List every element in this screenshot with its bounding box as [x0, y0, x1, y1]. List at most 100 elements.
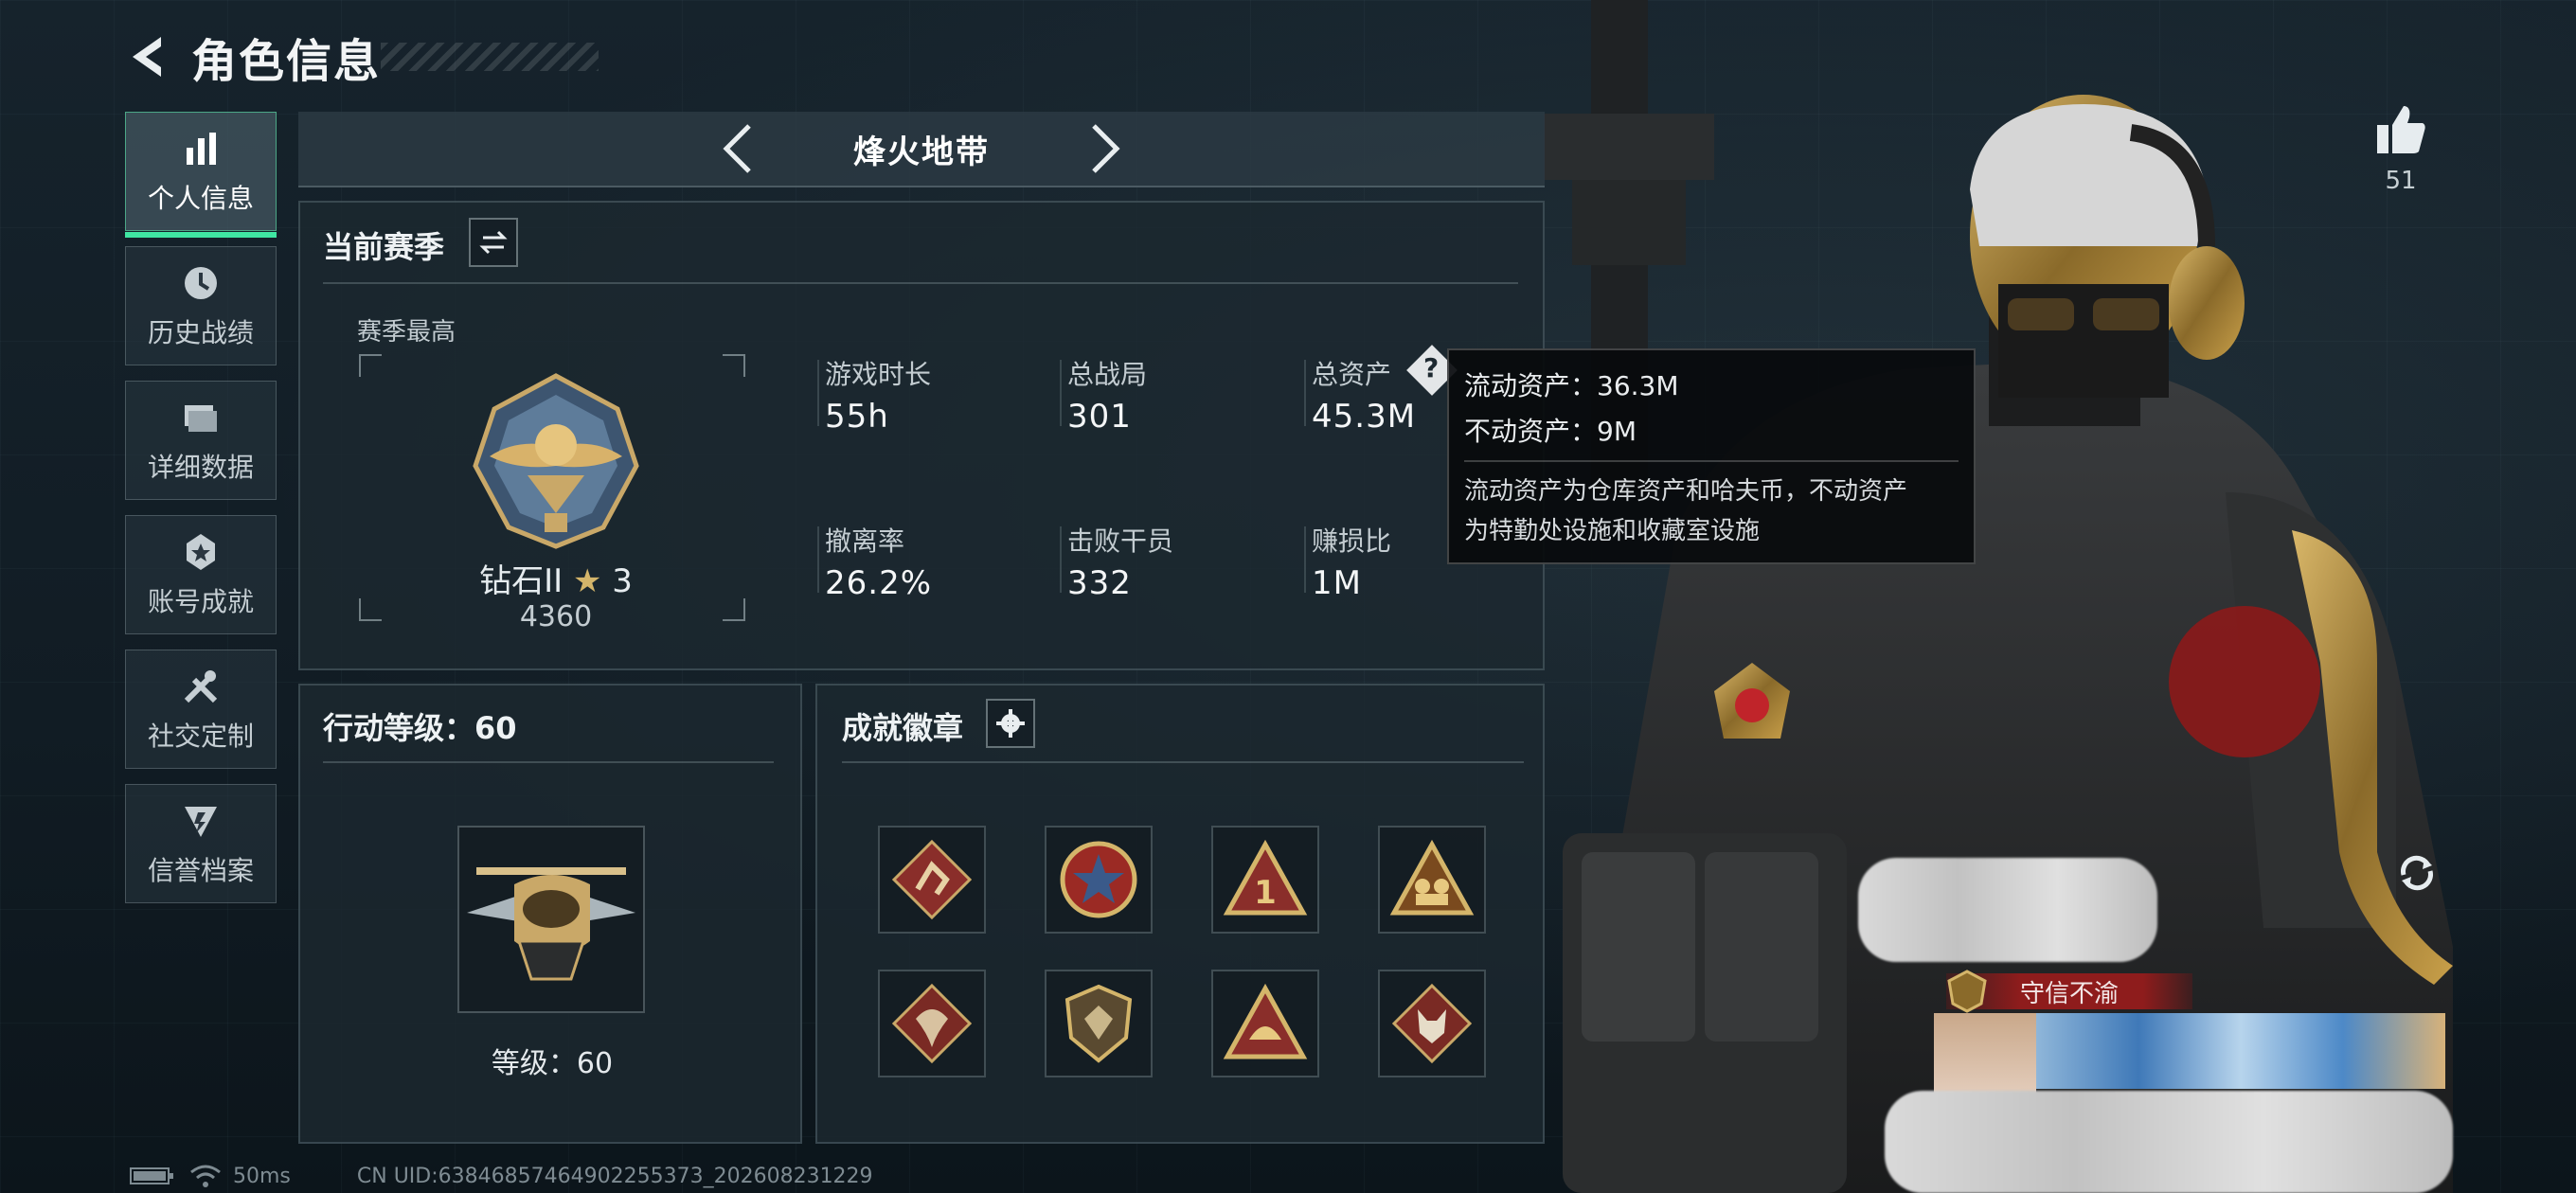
- shield-icon: [185, 807, 217, 837]
- number-one-badge-icon: 1: [1223, 839, 1308, 916]
- blurred-player-name: [1858, 858, 2157, 962]
- like-count: 51: [2385, 167, 2417, 195]
- season-highest-label: 赛季最高: [357, 318, 456, 347]
- frame-corner: [723, 354, 745, 377]
- sidebar-item-label: 详细数据: [147, 452, 254, 483]
- achievement-badge[interactable]: 1: [1211, 826, 1319, 934]
- stat-value-kills: 332: [1067, 564, 1132, 602]
- gem-shield-badge-icon: [1064, 984, 1133, 1063]
- stat-label-profit-ratio: 赚损比: [1312, 525, 1392, 557]
- status-bar: 50ms CN UID:6384685746490225​5373_202608…: [129, 1163, 873, 1189]
- level-panel: 行动等级：60 等级：60: [298, 684, 802, 1144]
- medal-icon: [187, 534, 215, 570]
- stat-value-assets: 45.3M: [1312, 398, 1417, 436]
- sidebar-nav: 个人信息 历史战绩 详细数据 账号成就 社交定制 信誉档案: [125, 112, 278, 918]
- stat-label-matches: 总战局: [1067, 359, 1148, 390]
- profile-banner: [2036, 1013, 2445, 1089]
- sidebar-item-label: 社交定制: [147, 721, 254, 752]
- back-arrow-icon[interactable]: [123, 31, 174, 82]
- switch-season-button[interactable]: [469, 218, 518, 267]
- page-header: 角色信息: [123, 19, 599, 95]
- like-widget[interactable]: 51: [2368, 102, 2434, 195]
- help-icon-glyph: ?: [1423, 352, 1440, 383]
- sidebar-item-credit[interactable]: 信誉档案: [125, 784, 277, 903]
- title-emblem-icon: [1947, 970, 1987, 1013]
- dragon-badge-icon: [891, 983, 973, 1064]
- clock-icon: [185, 267, 217, 299]
- badge-settings-button[interactable]: [986, 699, 1035, 748]
- thumbs-up-icon[interactable]: [2373, 102, 2428, 157]
- season-title: 当前赛季: [323, 229, 445, 265]
- wifi-icon: [190, 1165, 221, 1187]
- star-icon: ★: [572, 562, 602, 600]
- rotate-model-icon[interactable]: [2390, 846, 2443, 899]
- stat-separator: [1060, 360, 1062, 426]
- svg-text:1: 1: [1254, 874, 1277, 912]
- achievement-badge[interactable]: [878, 826, 986, 934]
- stat-label-assets: 总资产: [1312, 359, 1392, 390]
- season-panel: 当前赛季 赛季最高 钻石II ★ 3 4360 游戏时长 55h 总战局 301…: [298, 201, 1545, 670]
- bar-chart-icon: [187, 133, 216, 165]
- achievement-badge[interactable]: [1211, 970, 1319, 1077]
- stat-separator: [1060, 526, 1062, 593]
- tooltip-note-line-1: 流动资产为仓库资产和哈夫币，不动资产: [1464, 477, 1908, 506]
- player-uid: CN UID:6384685746490225​5373_20260823122…: [356, 1164, 873, 1188]
- achievements-title: 成就徽章: [842, 710, 964, 746]
- achievement-badge[interactable]: [1378, 826, 1486, 934]
- tooltip-divider: [1464, 460, 1959, 462]
- achievement-badge[interactable]: [1045, 826, 1153, 934]
- achievements-divider: [842, 761, 1524, 763]
- level-divider: [323, 761, 774, 763]
- gear-icon: [996, 709, 1025, 738]
- rank-name-row: 钻石II ★ 3: [442, 555, 670, 601]
- sidebar-item-personal-info[interactable]: 个人信息: [125, 112, 277, 238]
- helmet-badge-icon: [1223, 983, 1308, 1059]
- season-divider: [323, 282, 1518, 284]
- sidebar-item-details[interactable]: 详细数据: [125, 381, 277, 500]
- wolf-badge-icon: [1391, 983, 1473, 1064]
- tools-icon: [184, 670, 218, 703]
- achievements-panel: 成就徽章 1: [815, 684, 1545, 1144]
- stat-value-playtime: 55h: [825, 398, 889, 436]
- sidebar-item-history[interactable]: 历史战绩: [125, 246, 277, 365]
- frame-corner: [723, 598, 745, 621]
- ping-value: 50ms: [233, 1164, 291, 1188]
- stat-separator: [1304, 526, 1306, 593]
- title-decoration: [381, 43, 599, 71]
- stat-separator: [817, 360, 819, 426]
- stat-separator: [1304, 360, 1306, 426]
- stat-label-kills: 击败干员: [1067, 525, 1174, 557]
- stat-label-extract-rate: 撤离率: [825, 525, 905, 557]
- tooltip-fixed-assets: 不动资产：9M: [1464, 416, 1637, 447]
- sidebar-item-social[interactable]: 社交定制: [125, 650, 277, 769]
- chevron-left-icon[interactable]: [717, 120, 759, 177]
- achievement-badge[interactable]: [1378, 970, 1486, 1077]
- star-wheel-badge-icon: [1060, 841, 1137, 918]
- sidebar-item-label: 账号成就: [147, 586, 254, 617]
- level-text: 等级：60: [491, 1047, 614, 1080]
- level-title: 行动等级：60: [323, 710, 517, 746]
- squad-badge-icon: [1389, 839, 1475, 916]
- stat-value-extract-rate: 26.2%: [825, 564, 933, 602]
- chevron-right-icon[interactable]: [1084, 120, 1126, 177]
- tooltip-liquid-assets: 流动资产：36.3M: [1464, 370, 1679, 401]
- blurred-player-info: [1885, 1091, 2453, 1193]
- rank-name: 钻石II: [479, 562, 564, 600]
- achievement-badge[interactable]: [878, 970, 986, 1077]
- achievement-badge[interactable]: [1045, 970, 1153, 1077]
- assets-tooltip: 流动资产：36.3M 不动资产：9M 流动资产为仓库资产和哈夫币，不动资产 为特…: [1447, 348, 1976, 564]
- sidebar-item-label: 个人信息: [147, 183, 254, 214]
- frame-corner: [359, 598, 382, 621]
- stat-label-playtime: 游戏时长: [825, 359, 932, 390]
- sprint-badge-icon: [891, 839, 973, 920]
- frame-corner: [359, 354, 382, 377]
- mode-tab-bar: 烽火地带: [298, 112, 1545, 187]
- rank-emblem-icon: [473, 373, 639, 549]
- helicopter-emblem-icon: [467, 867, 635, 981]
- mode-title: 烽火地带: [853, 133, 990, 171]
- sidebar-item-achievements[interactable]: 账号成就: [125, 515, 277, 634]
- stat-value-matches: 301: [1067, 398, 1132, 436]
- swap-icon: [479, 230, 508, 255]
- stat-value-profit-ratio: 1M: [1312, 564, 1362, 602]
- page-title: 角色信息: [191, 35, 382, 88]
